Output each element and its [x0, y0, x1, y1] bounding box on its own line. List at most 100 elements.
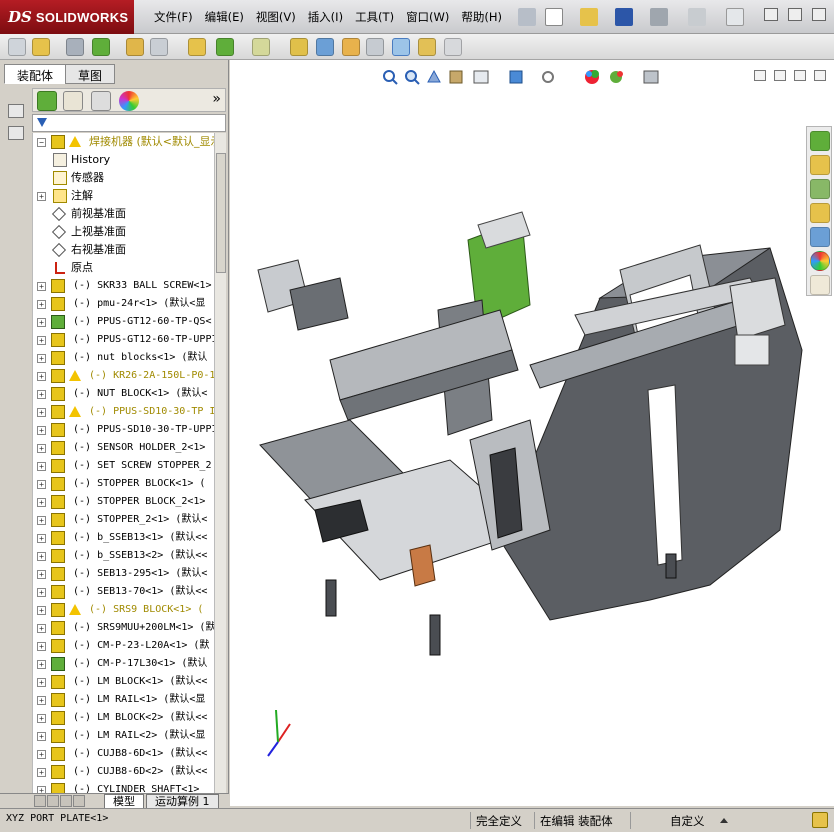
units-dropdown-icon[interactable]	[720, 818, 728, 823]
expand-icon[interactable]: +	[37, 300, 46, 309]
show-hidden-icon[interactable]	[188, 38, 206, 56]
tree-item-component[interactable]: + (-) NUT BLOCK<1> (默认<	[33, 385, 214, 403]
next-tab-icon[interactable]	[60, 795, 72, 807]
instant3d-icon[interactable]	[418, 38, 436, 56]
linear-pattern-icon[interactable]	[92, 38, 110, 56]
tree-item-origin[interactable]: 原点	[33, 259, 214, 277]
tree-item-component[interactable]: + (-) b_SSEB13<2> (默认<<	[33, 547, 214, 565]
expand-icon[interactable]: +	[37, 318, 46, 327]
close-icon[interactable]	[812, 8, 826, 21]
expand-icon[interactable]: +	[37, 534, 46, 543]
tree-item-component[interactable]: + (-) SRS9MUU+200LM<1> (默	[33, 619, 214, 637]
tree-item-component[interactable]: + (-) SENSOR HOLDER_2<1>	[33, 439, 214, 457]
interference-detection-icon[interactable]	[392, 38, 410, 56]
expand-icon[interactable]: +	[37, 642, 46, 651]
undo-icon[interactable]	[688, 8, 706, 26]
pin-icon[interactable]	[518, 8, 536, 26]
design-library-icon[interactable]	[810, 179, 830, 199]
explode-line-icon[interactable]	[366, 38, 384, 56]
expand-icon[interactable]: +	[37, 678, 46, 687]
minimize-icon[interactable]	[764, 8, 778, 21]
expand-icon[interactable]: +	[37, 516, 46, 525]
home-icon[interactable]	[810, 155, 830, 175]
property-manager-icon[interactable]	[63, 91, 83, 111]
feature-tree-icon[interactable]	[37, 91, 57, 111]
tree-item-component[interactable]: + (-) LM BLOCK<1> (默认<<	[33, 673, 214, 691]
tree-item-front-plane[interactable]: 前视基准面	[33, 205, 214, 223]
tree-item-component[interactable]: + (-) LM BLOCK<2> (默认<<	[33, 709, 214, 727]
filter-icon[interactable]	[37, 118, 47, 127]
tree-item-component[interactable]: + (-) PPUS-GT12-60-TP-QS<	[33, 313, 214, 331]
tree-item-component[interactable]: + (-) pmu-24r<1> (默认<显	[33, 295, 214, 313]
sketch-tool-icon[interactable]	[8, 104, 24, 118]
smart-fasteners-icon[interactable]	[126, 38, 144, 56]
tree-item-component[interactable]: + (-) SEB13-70<1> (默认<<	[33, 583, 214, 601]
move-component-icon[interactable]	[150, 38, 168, 56]
solidworks-resources-icon[interactable]	[810, 131, 830, 151]
tree-item-component[interactable]: + (-) CM-P-17L30<1> (默认	[33, 655, 214, 673]
collapse-icon[interactable]: −	[37, 138, 46, 147]
menu-insert[interactable]: 插入(I)	[302, 9, 349, 25]
tree-item-right-plane[interactable]: 右视基准面	[33, 241, 214, 259]
tree-item-component[interactable]: + (-) PPUS-GT12-60-TP-UPPI	[33, 331, 214, 349]
reference-geometry-icon[interactable]	[252, 38, 270, 56]
view-palette-icon[interactable]	[810, 227, 830, 247]
expand-icon[interactable]: +	[37, 426, 46, 435]
expand-icon[interactable]: +	[37, 372, 46, 381]
new-document-icon[interactable]	[545, 8, 563, 26]
tree-item-component[interactable]: + (-) STOPPER BLOCK_2<1>	[33, 493, 214, 511]
scrollbar-thumb[interactable]	[216, 153, 226, 273]
exploded-view-icon[interactable]	[342, 38, 360, 56]
expand-icon[interactable]: +	[37, 606, 46, 615]
display-manager-icon[interactable]	[119, 91, 139, 111]
tab-assembly[interactable]: 装配体	[4, 64, 67, 84]
tree-item-component[interactable]: + (-) STOPPER_2<1> (默认<	[33, 511, 214, 529]
menu-help[interactable]: 帮助(H)	[455, 9, 508, 25]
options-icon[interactable]	[444, 38, 462, 56]
tree-item-component[interactable]: + (-) PPUS-SD10-30-TP I	[33, 403, 214, 421]
expand-icon[interactable]: +	[37, 570, 46, 579]
expand-icon[interactable]: +	[37, 768, 46, 777]
tree-item-top-plane[interactable]: 上视基准面	[33, 223, 214, 241]
new-motion-study-icon[interactable]	[290, 38, 308, 56]
edit-component-icon[interactable]	[8, 38, 26, 56]
tree-item-component[interactable]: + (-) SEB13-295<1> (默认<	[33, 565, 214, 583]
save-icon[interactable]	[615, 8, 633, 26]
expand-icon[interactable]: +	[37, 192, 46, 201]
first-tab-icon[interactable]	[34, 795, 46, 807]
tree-item-component[interactable]: + (-) nut blocks<1> (默认	[33, 349, 214, 367]
expand-icon[interactable]: +	[37, 750, 46, 759]
expand-icon[interactable]: +	[37, 336, 46, 345]
mate-icon[interactable]	[66, 38, 84, 56]
insert-component-icon[interactable]	[32, 38, 50, 56]
assembly-model[interactable]	[230, 60, 834, 806]
tree-item-component[interactable]: + (-) CUJB8-6D<1> (默认<<	[33, 745, 214, 763]
expand-icon[interactable]: +	[37, 624, 46, 633]
prev-tab-icon[interactable]	[47, 795, 59, 807]
custom-properties-icon[interactable]	[810, 275, 830, 295]
tree-item-component[interactable]: + (-) LM RAIL<1> (默认<显	[33, 691, 214, 709]
expand-icon[interactable]: +	[37, 462, 46, 471]
tree-item-annotations[interactable]: + 注解	[33, 187, 214, 205]
expand-icon[interactable]: +	[37, 408, 46, 417]
file-explorer-icon[interactable]	[810, 203, 830, 223]
tab-motion-study[interactable]: 运动算例 1	[146, 794, 219, 809]
tree-item-sensors[interactable]: 传感器	[33, 169, 214, 187]
tree-item-component[interactable]: + (-) CUJB8-6D<2> (默认<<	[33, 763, 214, 781]
tree-item-component[interactable]: + (-) PPUS-SD10-30-TP-UPPI	[33, 421, 214, 439]
expand-panel-icon[interactable]: »	[212, 91, 221, 107]
tree-filter-field[interactable]	[32, 114, 226, 132]
menu-view[interactable]: 视图(V)	[250, 9, 302, 25]
menu-window[interactable]: 窗口(W)	[400, 9, 455, 25]
restore-icon[interactable]	[788, 8, 802, 21]
units-selector[interactable]: 自定义	[670, 813, 705, 829]
graphics-area[interactable]	[230, 60, 834, 806]
expand-icon[interactable]: +	[37, 444, 46, 453]
expand-icon[interactable]: +	[37, 390, 46, 399]
tree-scrollbar[interactable]	[214, 133, 226, 794]
expand-icon[interactable]: +	[37, 696, 46, 705]
tree-item-component[interactable]: + (-) b_SSEB13<1> (默认<<	[33, 529, 214, 547]
tree-item-history[interactable]: History	[33, 151, 214, 169]
tab-model[interactable]: 模型	[104, 794, 144, 809]
tree-item-component[interactable]: + (-) SKR33 BALL SCREW<1>	[33, 277, 214, 295]
